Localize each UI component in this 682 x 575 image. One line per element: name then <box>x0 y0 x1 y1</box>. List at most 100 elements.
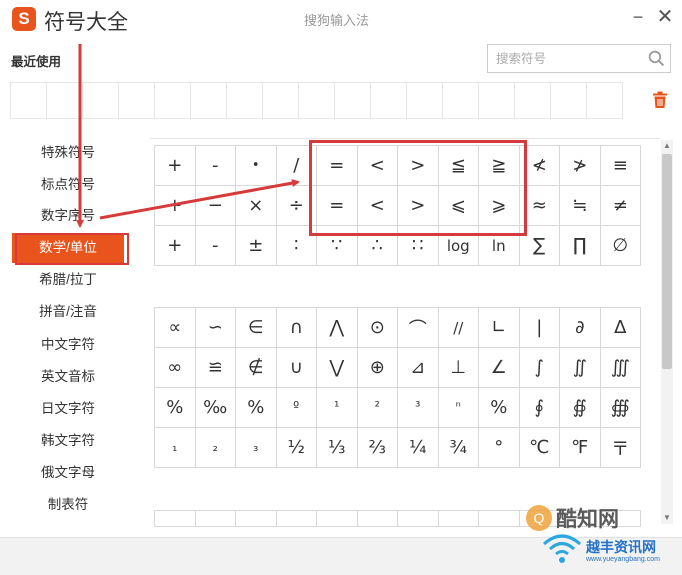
symbol-cell-partial[interactable] <box>398 511 439 527</box>
symbol-cell[interactable]: ≧ <box>479 146 520 186</box>
symbol-cell[interactable]: • <box>236 146 277 186</box>
recent-symbol-slot[interactable] <box>550 82 587 119</box>
symbol-cell[interactable]: ‰ <box>195 388 236 428</box>
symbol-cell-partial[interactable] <box>479 511 520 527</box>
symbol-cell[interactable]: ∪ <box>276 348 317 388</box>
recent-symbol-slot[interactable] <box>46 82 83 119</box>
symbol-cell[interactable]: % <box>155 388 196 428</box>
recent-symbol-slot[interactable] <box>406 82 443 119</box>
symbol-cell[interactable]: = <box>317 186 358 226</box>
symbol-cell[interactable]: ≦ <box>438 146 479 186</box>
symbol-cell[interactable]: > <box>398 186 439 226</box>
symbol-cell[interactable]: / <box>276 146 317 186</box>
recent-symbol-slot[interactable] <box>82 82 119 119</box>
sidebar-item-box-drawing[interactable]: 制表符 <box>12 490 124 520</box>
symbol-cell[interactable]: ₁ <box>155 428 196 468</box>
symbol-cell[interactable]: % <box>236 388 277 428</box>
symbol-cell[interactable]: - <box>195 226 236 266</box>
sidebar-item-greek-latin[interactable]: 希腊/拉丁 <box>12 265 124 295</box>
sidebar-item-special-symbols[interactable]: 特殊符号 <box>12 138 124 168</box>
sidebar-item-english-phonetics[interactable]: 英文音标 <box>12 362 124 392</box>
symbol-cell[interactable]: ∟ <box>479 308 520 348</box>
symbol-cell[interactable]: < <box>357 146 398 186</box>
symbol-cell[interactable]: + <box>155 226 196 266</box>
symbol-cell[interactable]: ∷ <box>398 226 439 266</box>
symbol-cell[interactable]: = <box>317 146 358 186</box>
symbol-cell[interactable]: % <box>479 388 520 428</box>
recent-symbol-slot[interactable] <box>514 82 551 119</box>
recent-symbol-slot[interactable] <box>262 82 299 119</box>
recent-symbol-slot[interactable] <box>370 82 407 119</box>
sidebar-item-korean-chars[interactable]: 韩文字符 <box>12 426 124 456</box>
sidebar-item-math-units[interactable]: 数学/单位 <box>12 233 124 263</box>
symbol-cell[interactable]: ⩾ <box>479 186 520 226</box>
symbol-cell[interactable]: ° <box>479 428 520 468</box>
symbol-cell-partial[interactable] <box>155 511 196 527</box>
symbol-cell-partial[interactable] <box>317 511 358 527</box>
symbol-cell[interactable]: ² <box>357 388 398 428</box>
minimize-button[interactable]: − <box>627 6 649 28</box>
symbol-cell[interactable]: + <box>155 146 196 186</box>
symbol-cell[interactable]: ∭ <box>600 348 641 388</box>
search-input[interactable] <box>488 45 638 72</box>
symbol-cell[interactable]: ₃ <box>236 428 277 468</box>
symbol-cell[interactable]: ≒ <box>560 186 601 226</box>
symbol-cell[interactable]: ∬ <box>560 348 601 388</box>
recent-symbol-slot[interactable] <box>154 82 191 119</box>
symbol-cell[interactable]: ¼ <box>398 428 439 468</box>
symbol-cell[interactable]: ℃ <box>519 428 560 468</box>
symbol-cell[interactable]: ∩ <box>276 308 317 348</box>
recent-symbol-slot[interactable] <box>298 82 335 119</box>
symbol-cell[interactable]: ∅ <box>600 226 641 266</box>
symbol-cell[interactable]: ∆ <box>600 308 641 348</box>
symbol-cell[interactable]: ∽ <box>195 308 236 348</box>
symbol-cell[interactable]: ∠ <box>479 348 520 388</box>
symbol-cell[interactable]: ⩽ <box>438 186 479 226</box>
sidebar-item-chinese-chars[interactable]: 中文字符 <box>12 330 124 360</box>
symbol-cell[interactable]: ∏ <box>560 226 601 266</box>
symbol-cell[interactable]: ∫ <box>519 348 560 388</box>
symbol-cell[interactable]: ₂ <box>195 428 236 468</box>
symbol-cell[interactable]: × <box>236 186 277 226</box>
recent-symbol-slot[interactable] <box>334 82 371 119</box>
search-icon[interactable] <box>648 50 665 67</box>
symbol-cell[interactable]: ≮ <box>519 146 560 186</box>
symbol-cell-partial[interactable] <box>276 511 317 527</box>
symbol-cell[interactable]: ≯ <box>560 146 601 186</box>
symbol-cell[interactable]: ℉ <box>560 428 601 468</box>
symbol-cell[interactable]: ⋀ <box>317 308 358 348</box>
symbol-cell[interactable]: ± <box>236 226 277 266</box>
sidebar-item-russian-letters[interactable]: 俄文字母 <box>12 458 124 488</box>
symbol-cell[interactable]: ∑ <box>519 226 560 266</box>
symbol-cell-partial[interactable] <box>195 511 236 527</box>
symbol-cell[interactable]: ≡ <box>600 146 641 186</box>
scrollbar-thumb[interactable] <box>662 154 672 369</box>
symbol-cell[interactable]: ³ <box>398 388 439 428</box>
symbol-cell[interactable]: ≌ <box>195 348 236 388</box>
symbol-cell[interactable]: ⊥ <box>438 348 479 388</box>
symbol-cell[interactable]: ⋁ <box>317 348 358 388</box>
symbol-cell[interactable]: ⌒ <box>398 308 439 348</box>
sidebar-item-japanese-chars[interactable]: 日文字符 <box>12 394 124 424</box>
symbol-cell[interactable]: - <box>195 146 236 186</box>
symbol-cell[interactable]: − <box>195 186 236 226</box>
symbol-cell[interactable]: ∂ <box>560 308 601 348</box>
symbol-cell[interactable]: ∮ <box>519 388 560 428</box>
symbol-cell[interactable]: ∴ <box>357 226 398 266</box>
symbol-cell[interactable]: ∵ <box>317 226 358 266</box>
sidebar-item-pinyin-zhuyin[interactable]: 拼音/注音 <box>12 297 124 327</box>
symbol-cell[interactable]: < <box>357 186 398 226</box>
symbol-cell[interactable]: ∰ <box>600 388 641 428</box>
scroll-down-arrow-icon[interactable]: ▼ <box>661 512 673 524</box>
recent-symbol-slot[interactable] <box>190 82 227 119</box>
symbol-cell[interactable]: ⁿ <box>438 388 479 428</box>
symbol-cell[interactable]: º <box>276 388 317 428</box>
symbol-cell[interactable]: + <box>155 186 196 226</box>
symbol-cell[interactable]: // <box>438 308 479 348</box>
symbol-cell[interactable]: ÷ <box>276 186 317 226</box>
sidebar-item-number-sequence[interactable]: 数字序号 <box>12 201 124 231</box>
symbol-cell-partial[interactable] <box>357 511 398 527</box>
symbol-cell-partial[interactable] <box>438 511 479 527</box>
symbol-cell[interactable]: | <box>519 308 560 348</box>
symbol-cell[interactable]: ⅔ <box>357 428 398 468</box>
